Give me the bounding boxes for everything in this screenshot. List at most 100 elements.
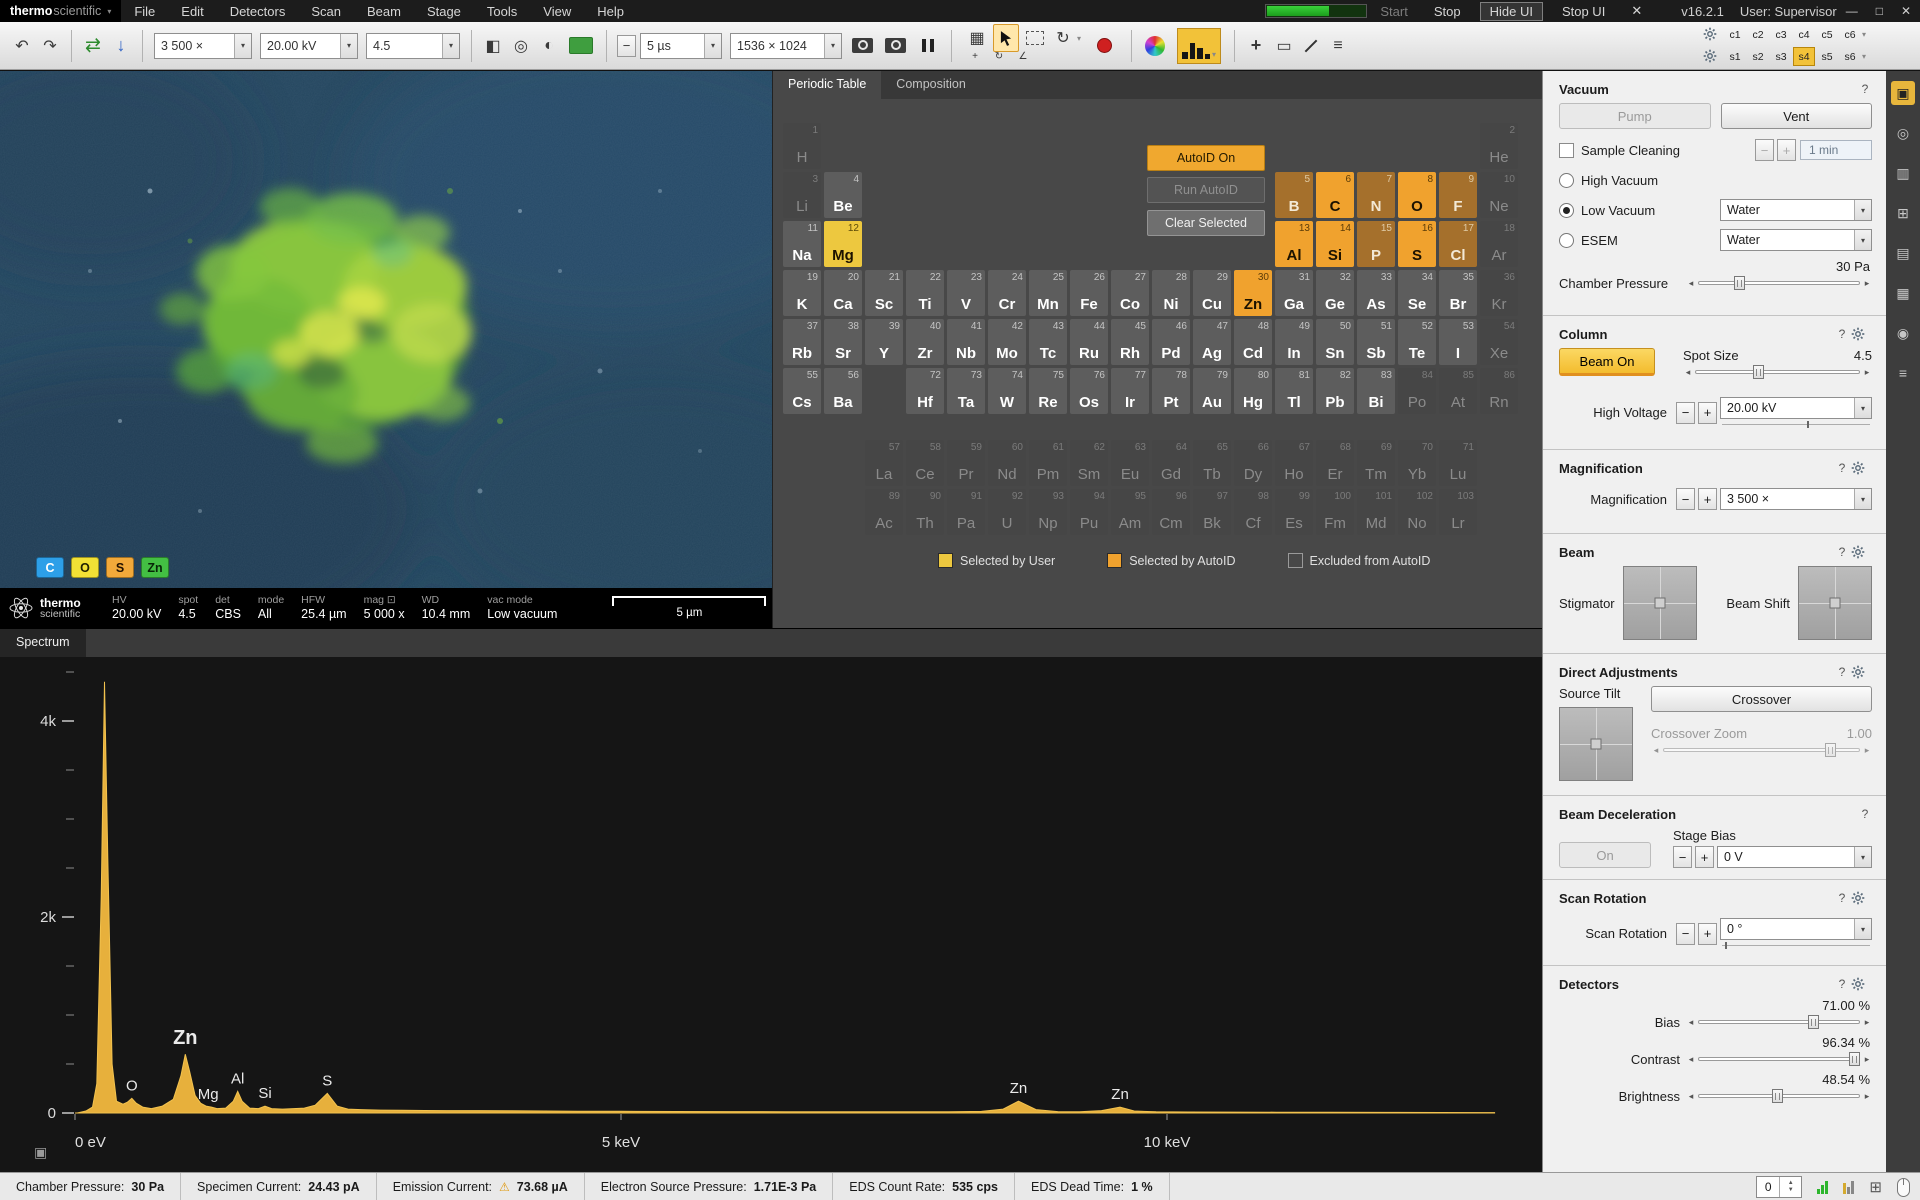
mag-minus-button[interactable]: − xyxy=(1676,488,1695,510)
chevron-down-icon[interactable]: ▾ xyxy=(234,34,251,58)
line-tool-icon[interactable] xyxy=(1302,37,1320,55)
tab-spectrum[interactable]: Spectrum xyxy=(0,629,86,657)
element-V[interactable]: 23V xyxy=(947,270,985,316)
crosshair-tool-icon[interactable]: + xyxy=(1244,33,1268,59)
element-Ga[interactable]: 31Ga xyxy=(1275,270,1313,316)
gear-icon[interactable] xyxy=(1851,891,1866,906)
button-s2[interactable]: s2 xyxy=(1747,47,1769,66)
close-window-icon[interactable]: ✕ xyxy=(1901,4,1911,18)
bias-slider[interactable]: ◂▸ xyxy=(1686,1013,1872,1031)
mag-plus-button[interactable]: + xyxy=(1698,488,1717,510)
button-c2[interactable]: c2 xyxy=(1747,25,1769,44)
button-c4[interactable]: c4 xyxy=(1793,25,1815,44)
minimize-icon[interactable]: — xyxy=(1846,4,1858,18)
stage-grid-icon[interactable]: ⊞ xyxy=(1869,1178,1882,1196)
element-Sb[interactable]: 51Sb xyxy=(1357,319,1395,365)
stage-bias-plus-button[interactable]: + xyxy=(1695,846,1714,868)
element-K[interactable]: 19K xyxy=(783,270,821,316)
element-Ag[interactable]: 47Ag xyxy=(1193,319,1231,365)
spot-size-slider[interactable]: ◂▸ xyxy=(1683,363,1872,381)
gear-icon[interactable] xyxy=(1851,327,1866,342)
element-Cs[interactable]: 55Cs xyxy=(783,368,821,414)
element-Si[interactable]: 14Si xyxy=(1316,221,1354,267)
element-Rb[interactable]: 37Rb xyxy=(783,319,821,365)
angle-tool-icon[interactable]: ∠ xyxy=(1013,50,1033,63)
run-autoid-button[interactable]: Run AutoID xyxy=(1147,177,1265,203)
element-Se[interactable]: 34Se xyxy=(1398,270,1436,316)
stage-bias-minus-button[interactable]: − xyxy=(1673,846,1692,868)
button-s4[interactable]: s4 xyxy=(1793,47,1815,66)
rotate-tool-icon[interactable]: ↻ xyxy=(989,50,1009,63)
element-B[interactable]: 5B xyxy=(1275,172,1313,218)
brightness-slider[interactable]: ◂▸ xyxy=(1686,1087,1872,1105)
clear-selected-button[interactable]: Clear Selected xyxy=(1147,210,1265,236)
chevron-down-icon[interactable]: ▾ xyxy=(340,34,357,58)
element-Na[interactable]: 11Na xyxy=(783,221,821,267)
element-Co[interactable]: 27Co xyxy=(1111,270,1149,316)
menu-scan[interactable]: Scan xyxy=(298,4,354,19)
help-icon[interactable]: ? xyxy=(1835,545,1849,559)
element-Ir[interactable]: 77Ir xyxy=(1111,368,1149,414)
element-Os[interactable]: 76Os xyxy=(1070,368,1108,414)
element-Sn[interactable]: 50Sn xyxy=(1316,319,1354,365)
esem-gas-select[interactable]: Water▾ xyxy=(1720,229,1872,251)
button-c1[interactable]: c1 xyxy=(1724,25,1746,44)
element-Re[interactable]: 75Re xyxy=(1029,368,1067,414)
element-Tc[interactable]: 43Tc xyxy=(1029,319,1067,365)
app-logo[interactable]: thermoscientific▾ xyxy=(0,0,121,22)
element-chip-O[interactable]: O xyxy=(71,557,99,578)
beam-status-icon[interactable]: ◉ xyxy=(1891,321,1915,345)
low-vacuum-radio[interactable] xyxy=(1559,203,1574,218)
element-Rh[interactable]: 45Rh xyxy=(1111,319,1149,365)
rotate-scan-icon[interactable]: ↻ xyxy=(1051,25,1075,51)
chevron-down-icon[interactable]: ▾ xyxy=(1862,30,1866,39)
element-Nb[interactable]: 41Nb xyxy=(947,319,985,365)
element-Zn[interactable]: 30Zn xyxy=(1234,270,1272,316)
element-Cd[interactable]: 48Cd xyxy=(1234,319,1272,365)
help-icon[interactable]: ? xyxy=(1835,977,1849,991)
tab-periodic-table[interactable]: Periodic Table xyxy=(773,71,881,99)
tab-composition[interactable]: Composition xyxy=(881,71,980,99)
element-Al[interactable]: 13Al xyxy=(1275,221,1313,267)
resolution-select[interactable]: 1536 × 1024▾ xyxy=(730,33,842,59)
help-icon[interactable]: ? xyxy=(1835,665,1849,679)
element-Hg[interactable]: 80Hg xyxy=(1234,368,1272,414)
element-In[interactable]: 49In xyxy=(1275,319,1313,365)
hv-plus-button[interactable]: + xyxy=(1698,402,1717,424)
element-Ba[interactable]: 56Ba xyxy=(824,368,862,414)
measurement-icon[interactable]: ▤ xyxy=(1891,241,1915,265)
gear-icon[interactable] xyxy=(1851,461,1866,476)
stage-map-icon[interactable]: ⊞ xyxy=(1891,201,1915,225)
video-capture-icon[interactable] xyxy=(852,38,873,53)
menu-tools[interactable]: Tools xyxy=(474,4,530,19)
presets-icon[interactable]: ▣ xyxy=(1891,81,1915,105)
sample-cleaning-checkbox[interactable] xyxy=(1559,143,1574,158)
color-mode-icon[interactable] xyxy=(1145,36,1165,56)
crossover-button[interactable]: Crossover xyxy=(1651,686,1872,712)
element-I[interactable]: 53I xyxy=(1439,319,1477,365)
element-Tl[interactable]: 81Tl xyxy=(1275,368,1313,414)
element-Bi[interactable]: 83Bi xyxy=(1357,368,1395,414)
element-N[interactable]: 7N xyxy=(1357,172,1395,218)
menu-view[interactable]: View xyxy=(530,4,584,19)
element-Y[interactable]: 39Y xyxy=(865,319,903,365)
element-Sc[interactable]: 21Sc xyxy=(865,270,903,316)
auto-contrast-brightness-icon[interactable]: ◧ xyxy=(481,33,505,59)
element-chip-Zn[interactable]: Zn xyxy=(141,557,169,578)
high-voltage-select[interactable]: 20.00 kV▾ xyxy=(260,33,358,59)
reduced-area-icon[interactable] xyxy=(1026,31,1044,45)
photo-capture-icon[interactable] xyxy=(885,38,906,53)
button-c6[interactable]: c6 xyxy=(1839,25,1861,44)
chamber-pressure-slider[interactable]: ◂▸ xyxy=(1686,274,1872,292)
pause-icon[interactable] xyxy=(920,39,936,52)
element-F[interactable]: 9F xyxy=(1439,172,1477,218)
frame-counter[interactable]: 0 ▲▼ xyxy=(1756,1176,1802,1198)
source-tilt-control[interactable] xyxy=(1559,707,1633,781)
pump-button[interactable]: Pump xyxy=(1559,103,1711,129)
chevron-down-icon[interactable]: ▾ xyxy=(1854,847,1871,867)
spinner-arrows-icon[interactable]: ▲▼ xyxy=(1779,1177,1802,1197)
element-Cu[interactable]: 29Cu xyxy=(1193,270,1231,316)
element-Pt[interactable]: 78Pt xyxy=(1152,368,1190,414)
beam-shift-control[interactable] xyxy=(1798,566,1872,640)
element-W[interactable]: 74W xyxy=(988,368,1026,414)
